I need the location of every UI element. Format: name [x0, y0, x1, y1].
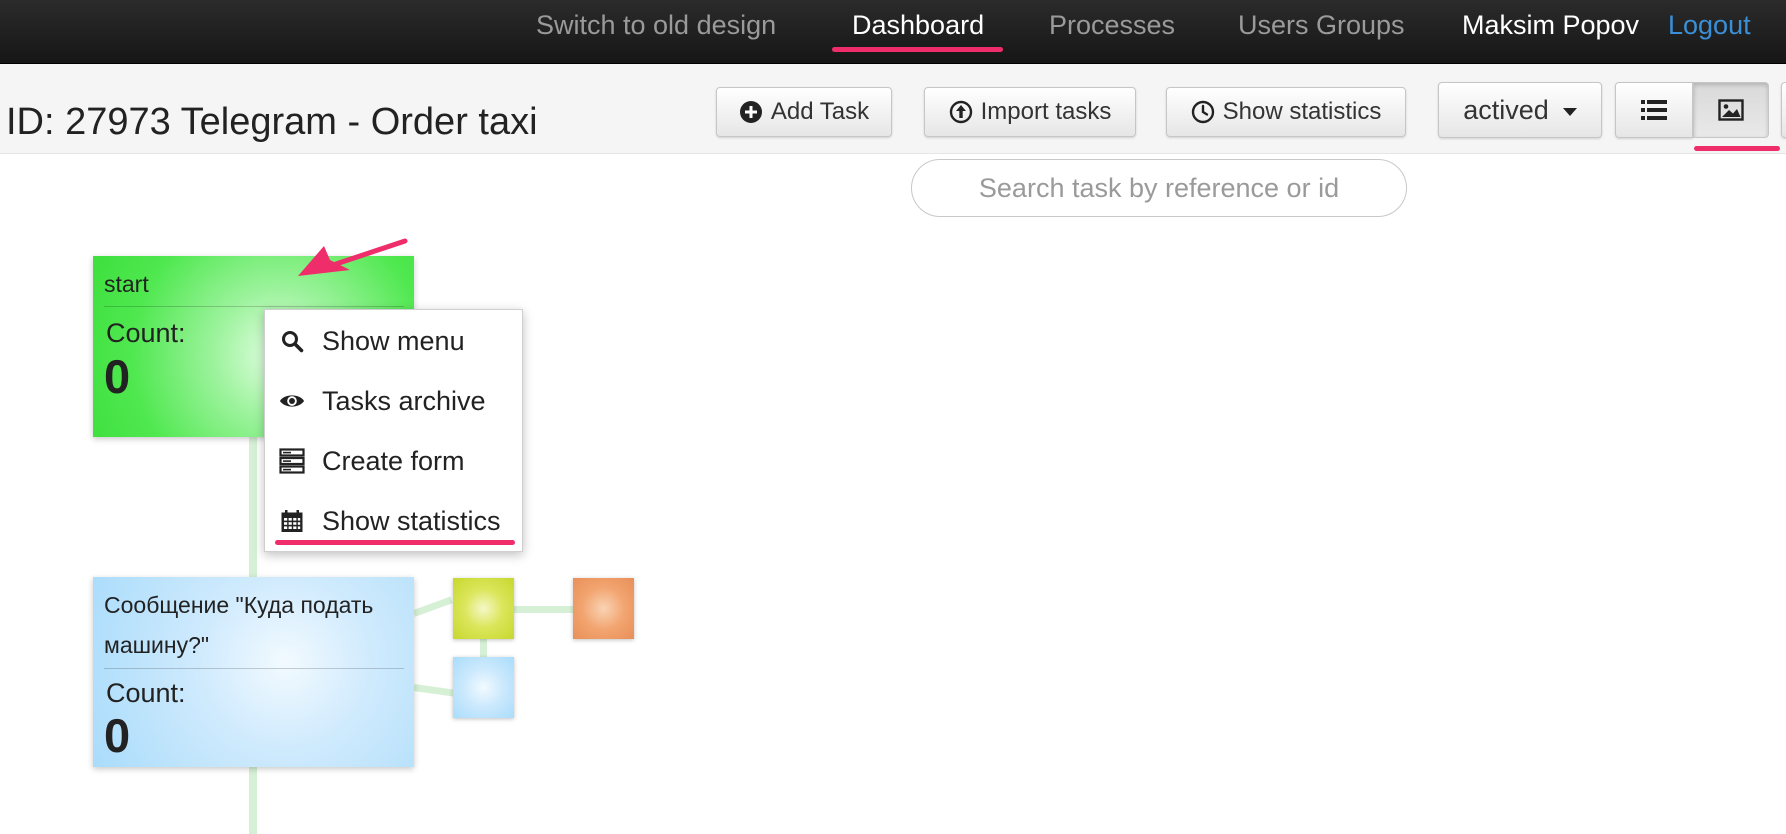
annotation-arrow-icon [298, 238, 408, 276]
node-count-value: 0 [104, 709, 131, 762]
status-dropdown-value: actived [1463, 94, 1549, 125]
menu-item-highlight [275, 540, 515, 545]
process-node-small-orange[interactable] [573, 578, 634, 639]
nav-switch-old-design[interactable]: Switch to old design [536, 8, 776, 42]
node-divider [104, 668, 404, 669]
caret-down-icon [1562, 107, 1577, 116]
node-count-label: Count: [106, 678, 186, 708]
menu-item-tasks-archive[interactable]: Tasks archive [265, 376, 522, 426]
nav-logout[interactable]: Logout [1668, 8, 1751, 42]
clock-icon [1191, 100, 1215, 124]
import-tasks-button[interactable]: Import tasks [924, 87, 1136, 137]
list-icon [1640, 98, 1668, 122]
active-nav-highlight [832, 47, 1003, 52]
nav-dashboard[interactable]: Dashboard [852, 8, 984, 42]
menu-item-label: Show menu [322, 325, 465, 356]
calendar-icon [279, 508, 305, 534]
connector-line [249, 437, 257, 577]
active-view-highlight [1694, 146, 1780, 151]
form-icon [279, 448, 305, 474]
add-task-button[interactable]: Add Task [716, 87, 892, 137]
node-count-label: Count: [106, 318, 186, 348]
node-title: start [104, 271, 149, 297]
menu-item-label: Tasks archive [322, 385, 486, 416]
show-statistics-label: Show statistics [1222, 98, 1382, 125]
menu-item-label: Show statistics [322, 505, 501, 536]
nav-processes[interactable]: Processes [1049, 8, 1175, 42]
node-count-value: 0 [104, 350, 131, 403]
connector-line [412, 596, 453, 617]
process-node-small-yellow[interactable] [453, 578, 514, 639]
plus-circle-icon [739, 100, 763, 124]
image-view-button[interactable] [1693, 82, 1769, 138]
nav-user-name[interactable]: Maksim Popov [1462, 8, 1639, 42]
connector-line [480, 639, 487, 657]
upload-circle-icon [949, 100, 973, 124]
process-node-small-blue[interactable] [453, 657, 514, 718]
add-task-label: Add Task [770, 98, 870, 125]
menu-item-show-statistics[interactable]: Show statistics [265, 496, 522, 546]
node-context-menu: Show menu Tasks archive Create form Show… [264, 309, 523, 552]
search-icon [279, 328, 305, 354]
image-icon [1718, 98, 1744, 122]
process-node-message[interactable]: Сообщение "Куда подать машину?" Count: 0 [93, 577, 414, 767]
app-root: Switch to old design Dashboard Processes… [0, 0, 1786, 834]
search-input[interactable] [911, 159, 1407, 217]
import-tasks-label: Import tasks [980, 98, 1112, 125]
connector-line [249, 767, 257, 834]
node-title: Сообщение "Куда подать машину?" [104, 592, 374, 658]
connector-line [514, 606, 574, 613]
status-dropdown[interactable]: actived [1438, 82, 1602, 138]
show-statistics-button[interactable]: Show statistics [1166, 87, 1406, 137]
list-view-button[interactable] [1615, 82, 1693, 138]
toolbar-overflow-button[interactable] [1781, 82, 1786, 138]
menu-item-label: Create form [322, 445, 465, 476]
menu-item-show-menu[interactable]: Show menu [265, 316, 522, 366]
eye-icon [279, 388, 305, 414]
node-divider [104, 306, 404, 307]
nav-users-groups[interactable]: Users Groups [1238, 8, 1405, 42]
page-title: ID: 27973 Telegram - Order taxi [6, 101, 538, 143]
menu-item-create-form[interactable]: Create form [265, 436, 522, 486]
top-navbar: Switch to old design Dashboard Processes… [0, 0, 1786, 64]
connector-line [413, 684, 455, 697]
